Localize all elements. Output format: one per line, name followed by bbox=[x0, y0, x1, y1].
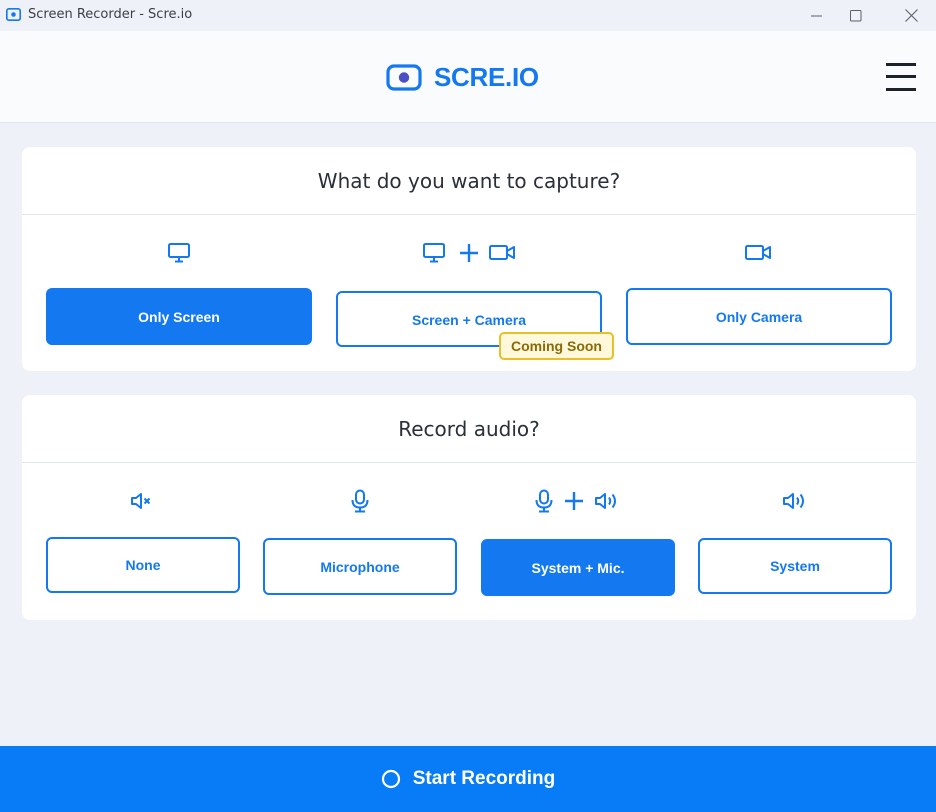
window-titlebar: Screen Recorder - Scre.io bbox=[0, 0, 936, 31]
system-plus-mic-label: System + Mic. bbox=[531, 559, 625, 576]
video-camera-icon bbox=[744, 241, 772, 265]
capture-card: What do you want to capture? Only Screen… bbox=[22, 147, 916, 371]
audio-card: Record audio? None Microphone System + M… bbox=[22, 395, 916, 620]
microphone-label: Microphone bbox=[320, 558, 400, 575]
screen-plus-camera-label: Screen + Camera bbox=[411, 312, 527, 328]
only-screen-label: Only Screen bbox=[138, 308, 220, 325]
app-header: SCRE.IO bbox=[0, 31, 936, 123]
start-recording-label: Start Recording bbox=[412, 768, 556, 789]
record-camera-icon bbox=[386, 64, 422, 91]
app-icon bbox=[6, 8, 21, 21]
audio-none-label: None bbox=[125, 557, 161, 573]
microphone-button[interactable]: Microphone bbox=[263, 538, 457, 595]
logo-text: SCRE.IO bbox=[434, 62, 539, 92]
system-audio-button[interactable]: System bbox=[698, 538, 892, 594]
minimize-icon bbox=[811, 15, 822, 16]
window-title: Screen Recorder - Scre.io bbox=[28, 7, 193, 22]
microphone-plus-speaker-icon bbox=[532, 489, 622, 513]
maximize-button[interactable] bbox=[833, 0, 879, 31]
close-icon bbox=[904, 9, 918, 22]
coming-soon-badge: Coming Soon bbox=[499, 332, 614, 360]
monitor-icon bbox=[166, 241, 192, 265]
audio-heading: Record audio? bbox=[22, 395, 916, 463]
capture-heading: What do you want to capture? bbox=[22, 147, 916, 215]
hamburger-menu-icon[interactable] bbox=[886, 63, 916, 91]
only-screen-button[interactable]: Only Screen bbox=[46, 288, 312, 345]
system-plus-mic-button[interactable]: System + Mic. bbox=[481, 539, 675, 596]
only-camera-label: Only Camera bbox=[715, 308, 803, 325]
start-recording-button[interactable]: Start Recording bbox=[0, 746, 936, 812]
only-camera-button[interactable]: Only Camera bbox=[626, 288, 892, 345]
speaker-icon bbox=[782, 489, 808, 513]
system-audio-label: System bbox=[770, 558, 820, 574]
microphone-icon bbox=[348, 489, 372, 513]
logo[interactable]: SCRE.IO bbox=[386, 62, 539, 92]
audio-none-button[interactable]: None bbox=[46, 537, 240, 593]
close-button[interactable] bbox=[888, 0, 934, 31]
speaker-muted-icon bbox=[128, 489, 154, 513]
monitor-plus-camera-icon bbox=[420, 241, 518, 265]
maximize-icon bbox=[850, 9, 862, 21]
record-circle-icon bbox=[381, 769, 401, 789]
